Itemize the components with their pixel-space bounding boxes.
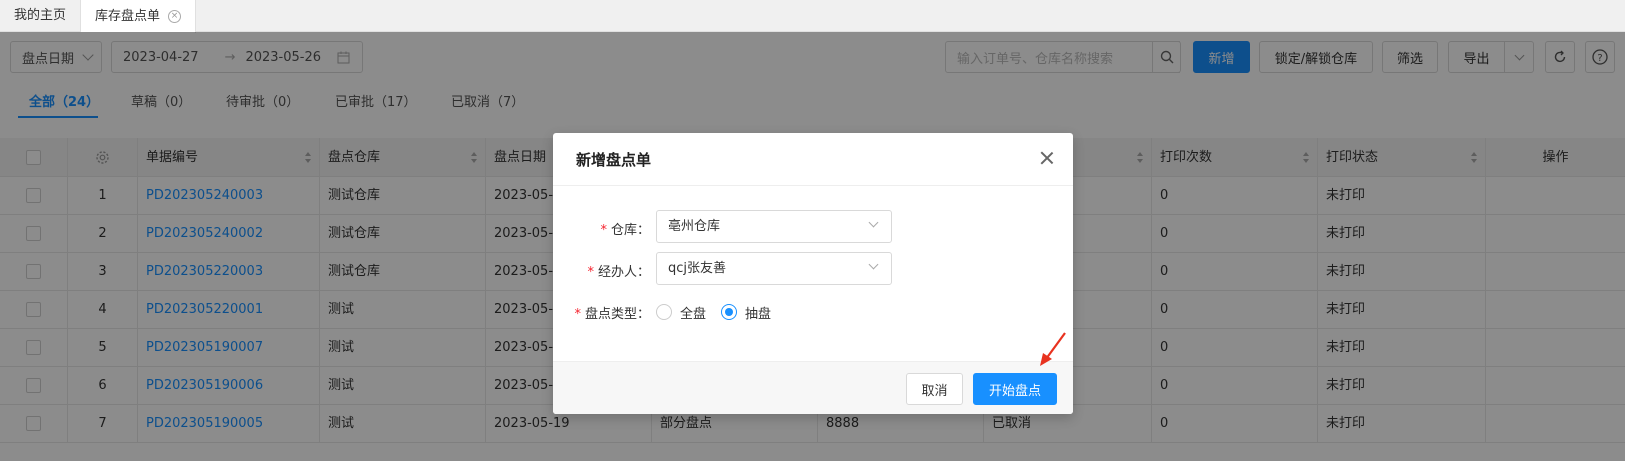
close-icon[interactable] [1040, 151, 1054, 165]
chevron-down-icon [868, 259, 879, 270]
type-label-text: 盘点类型： [584, 307, 650, 322]
annotation-arrow-icon [1040, 332, 1066, 366]
handler-label: * 经办人： [553, 261, 650, 280]
top-tab-bar: 我的主页 库存盘点单 × [0, 0, 1625, 33]
chevron-down-icon [868, 217, 879, 228]
tab-stocktake[interactable]: 库存盘点单 × [81, 0, 197, 33]
required-mark: * [600, 223, 607, 238]
tab-home-label: 我的主页 [14, 8, 67, 23]
type-label: * 盘点类型： [553, 303, 650, 322]
modal-footer: 取消 开始盘点 [553, 361, 1073, 414]
warehouse-select-value: 亳州仓库 [668, 219, 721, 234]
handler-select-value: qcj张友善 [668, 261, 727, 276]
required-mark: * [574, 307, 581, 322]
warehouse-label: * 仓库： [553, 219, 650, 238]
modal-divider [553, 185, 1073, 186]
tab-close-icon[interactable]: × [168, 10, 182, 23]
cancel-button[interactable]: 取消 [906, 373, 963, 405]
start-button-label: 开始盘点 [988, 383, 1041, 399]
radio-sample[interactable] [721, 304, 737, 320]
warehouse-select[interactable]: 亳州仓库 [656, 210, 892, 243]
new-stocktake-modal: 新增盘点单 * 仓库： 亳州仓库 * 经办人： qcj张友善 * 盘点类型： 全盘 抽… [553, 133, 1073, 414]
tab-stocktake-label: 库存盘点单 [95, 8, 161, 24]
handler-select[interactable]: qcj张友善 [656, 252, 892, 285]
radio-full-label[interactable]: 全盘 [680, 303, 706, 322]
modal-title: 新增盘点单 [576, 151, 652, 169]
required-mark: * [587, 265, 594, 280]
radio-full[interactable] [656, 304, 672, 320]
handler-label-text: 经办人： [597, 265, 650, 280]
radio-sample-label[interactable]: 抽盘 [745, 303, 771, 322]
warehouse-label-text: 仓库： [610, 223, 650, 238]
tab-home[interactable]: 我的主页 [0, 0, 82, 32]
cancel-button-label: 取消 [921, 383, 948, 399]
start-stocktake-button[interactable]: 开始盘点 [973, 373, 1057, 405]
